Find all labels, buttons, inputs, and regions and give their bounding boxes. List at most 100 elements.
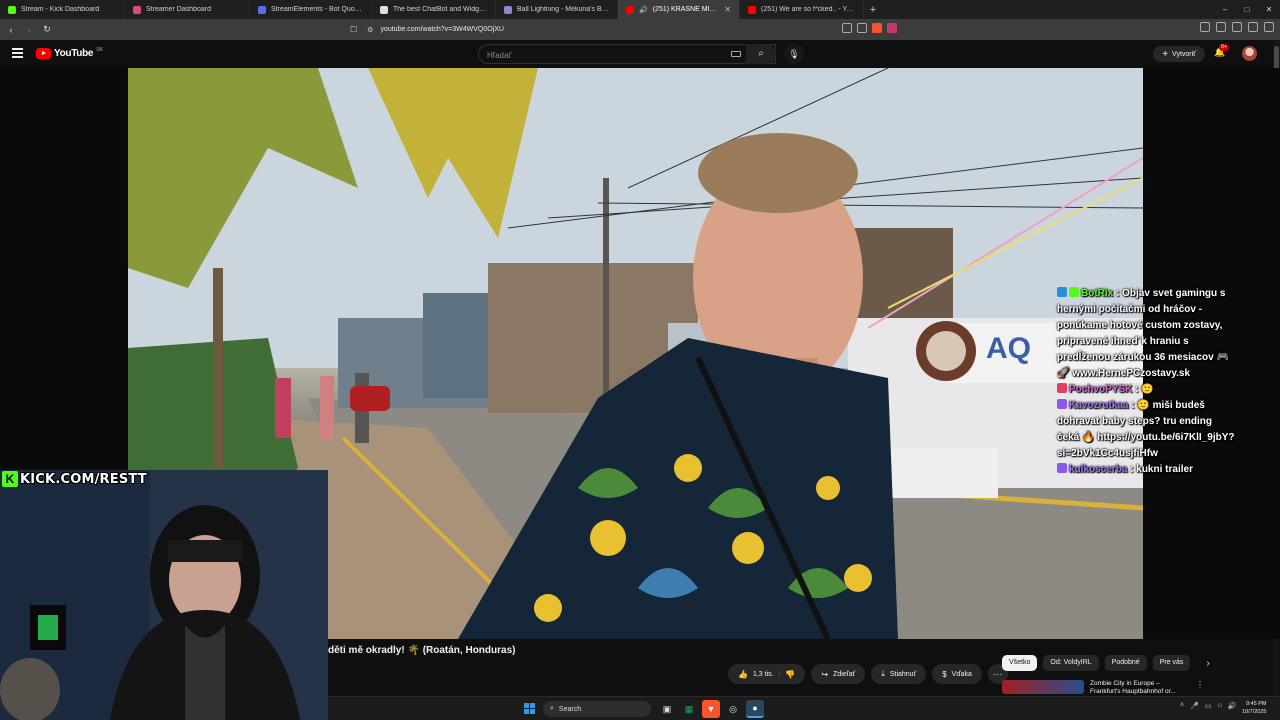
notifications-button[interactable]: 🔔 9+ (1213, 44, 1229, 61)
vpn-icon[interactable] (1248, 22, 1258, 32)
forward-icon[interactable]: › (22, 25, 36, 35)
extension-icon[interactable] (1200, 22, 1210, 32)
thumbs-up-icon: 👍 (738, 669, 748, 679)
like-button[interactable]: 👍 1,3 tis. | 👎 (728, 664, 806, 684)
verified-badge-icon (1069, 287, 1079, 297)
youtube-logo[interactable]: YouTube SK (36, 47, 103, 59)
menu-icon[interactable] (1264, 22, 1274, 32)
youtube-header: YouTube SK ⌕ 🎙 + Vytvoriť 🔔 9+ (0, 40, 1280, 68)
chat-text: kukni trailer (1136, 464, 1193, 475)
chevron-right-icon[interactable]: › (1206, 658, 1209, 669)
sub-badge-icon (1057, 399, 1067, 409)
chat-username: BotRix (1081, 288, 1114, 299)
new-tab-button[interactable]: + (864, 4, 882, 16)
keyboard-icon[interactable] (731, 51, 741, 57)
browser-tab[interactable]: Streamer Dashboard (125, 0, 250, 19)
share-icon[interactable] (857, 23, 867, 33)
mod-badge-icon (1057, 287, 1067, 297)
brave-shield-icon[interactable] (872, 23, 882, 33)
brave-browser-icon[interactable]: ▼ (702, 700, 720, 718)
download-icon: ⤓ (881, 669, 885, 678)
browser-tab[interactable]: StreamElements - Bot Quotes (250, 0, 372, 19)
window-controls: – □ ✕ (1214, 0, 1280, 19)
network-icon[interactable]: ⌂ (1217, 702, 1221, 710)
url-text[interactable]: youtube.com/watch?v=3W4WVQ0OjXU (380, 26, 504, 33)
bookmark-icon[interactable]: ☐ (350, 25, 357, 34)
svg-text:AQ: AQ (986, 332, 1031, 365)
close-window-button[interactable]: ✕ (1258, 0, 1280, 19)
kebab-menu-icon[interactable]: ⋮ (1196, 680, 1204, 689)
site-info-icon[interactable]: ⚙ (367, 26, 373, 34)
youtube-favicon-icon (748, 5, 756, 14)
minimize-button[interactable]: – (1214, 0, 1236, 19)
close-tab-icon[interactable]: ✕ (724, 5, 731, 14)
volume-icon[interactable]: 🔊 (1228, 702, 1237, 710)
browser-tab[interactable]: (251) We are so f*cked.. - YouTube (740, 0, 864, 19)
recommendation-filter-chips: Všetko Od: VoldyIRL Podobné Pre vás › (1002, 655, 1210, 671)
browser-tab[interactable]: The best ChatBot and Widgets for Ki (372, 0, 496, 19)
sidebar-icon[interactable] (1216, 22, 1226, 32)
browser-tab-active[interactable]: 🔊(251) KRÁSNÉ MÍSTNÍ HOLKY✕ (618, 0, 740, 19)
windows-start-icon[interactable] (524, 703, 535, 714)
mic-tray-icon[interactable]: 🎤 (1190, 702, 1199, 710)
taskbar-search[interactable]: ⌕ Search (543, 701, 651, 717)
brave-rewards-icon[interactable] (887, 23, 897, 33)
search-button[interactable]: ⌕ (746, 44, 776, 64)
chip-from-channel[interactable]: Od: VoldyIRL (1043, 655, 1099, 671)
stream-chat-overlay: BotRix : Objav svet gamingu s hernými po… (1057, 286, 1237, 478)
streamelements-favicon-icon (258, 5, 266, 14)
chevron-up-icon[interactable]: ˄ (1180, 702, 1184, 710)
task-view-icon[interactable]: ▣ (658, 700, 676, 718)
search-input[interactable] (479, 46, 719, 65)
video-thumbnail[interactable] (1002, 680, 1084, 694)
browser-tab-strip: Stream - Kick Dashboard Streamer Dashboa… (0, 0, 1280, 19)
speaker-icon: 🔊 (639, 6, 648, 14)
account-avatar[interactable] (1242, 46, 1257, 61)
thanks-button[interactable]: $ Vďaka (932, 664, 982, 684)
taskbar-clock[interactable]: 9:45 PM 10/7/2025 (1242, 700, 1266, 716)
chip-all[interactable]: Všetko (1002, 655, 1038, 671)
url-field[interactable]: ☐ ⚙ youtube.com/watch?v=3W4WVQ0OjXU (350, 22, 910, 37)
botrix-favicon-icon (380, 5, 388, 14)
chat-text: 🙂 (1141, 384, 1154, 395)
chat-username: PochvoPYSK (1069, 384, 1133, 395)
reload-icon[interactable]: ↻ (40, 24, 54, 35)
system-tray: ˄ 🎤 ▭ ⌂ 🔊 (1180, 702, 1236, 710)
download-button[interactable]: ⤓ Stiahnuť (871, 664, 927, 684)
hamburger-menu-icon[interactable] (12, 48, 23, 58)
chat-message: kulkoscerba : kukni trailer (1057, 462, 1237, 478)
sub-badge-icon (1057, 463, 1067, 473)
video-actions: 👍 1,3 tis. | 👎 ↪ Zdieľať ⤓ Stiahnuť $ Vď… (728, 664, 1008, 684)
chrome-icon[interactable]: ◎ (724, 700, 742, 718)
voice-search-button[interactable]: 🎙 (784, 44, 804, 64)
steam-icon[interactable]: ● (746, 700, 764, 718)
chat-text: Objav svet gamingu s hernými počítačmi o… (1057, 288, 1229, 379)
extension-icons (842, 23, 897, 33)
player-letterbox-left (0, 68, 128, 468)
windows-taskbar: ⌕ Search ▣ ▦ ▼ ◎ ● ˄ 🎤 ▭ ⌂ 🔊 9:45 PM 10/… (328, 696, 1280, 720)
chat-username: Kavozrutkaa (1069, 400, 1129, 411)
browser-tab[interactable]: Stream - Kick Dashboard (0, 0, 125, 19)
wallet-icon[interactable] (1232, 22, 1242, 32)
search-icon: ⌕ (758, 48, 764, 59)
video-title: děti mě okradly! 🌴 (Roatán, Honduras) (328, 645, 516, 656)
chat-message: PochvoPYSK : 🙂 (1057, 382, 1237, 398)
kick-favicon-icon (8, 5, 16, 14)
display-icon[interactable]: ▭ (1205, 702, 1212, 710)
chip-related[interactable]: Podobné (1104, 655, 1147, 671)
create-button[interactable]: + Vytvoriť (1153, 46, 1205, 62)
microphone-icon: 🎙 (788, 49, 800, 59)
share-button[interactable]: ↪ Zdieľať (811, 664, 866, 684)
thumbs-down-icon[interactable]: 👎 (785, 670, 795, 679)
kick-logo-icon: K (2, 471, 18, 487)
chat-message: Kavozrutkaa : 🙂 miši budeš dohravat baby… (1057, 399, 1235, 459)
chip-for-you[interactable]: Pre vás (1152, 655, 1191, 671)
dashboard-favicon-icon (133, 5, 141, 14)
maximize-button[interactable]: □ (1236, 0, 1258, 19)
browser-tab[interactable]: Ball Lightning - Mekuna's Ballisuna (496, 0, 618, 19)
excel-icon[interactable]: ▦ (680, 700, 698, 718)
cast-icon[interactable] (842, 23, 852, 33)
webcam-overlay: K KICK.COM/RESTT (0, 470, 328, 720)
back-icon[interactable]: ‹ (4, 25, 18, 35)
notification-badge: 9+ (1219, 44, 1229, 51)
